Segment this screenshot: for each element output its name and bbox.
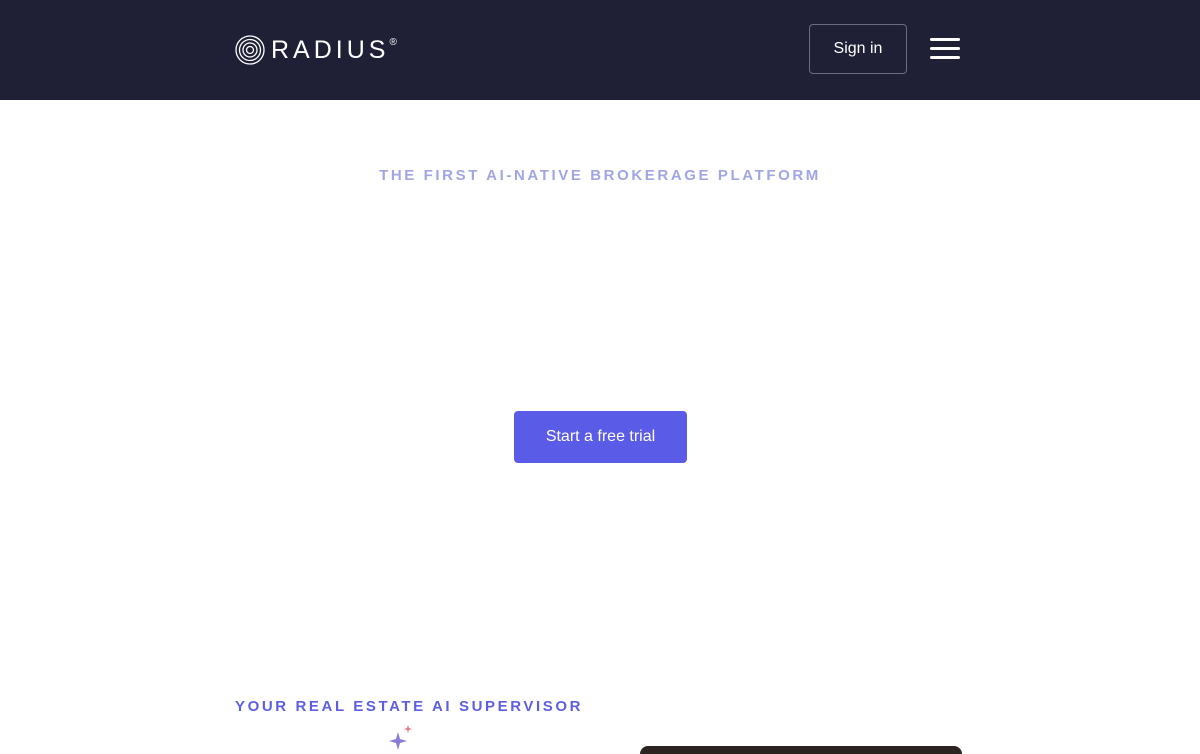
radius-logo-icon	[235, 35, 265, 65]
start-free-trial-button[interactable]: Start a free trial	[514, 411, 687, 463]
logo-text: RADIUS	[271, 35, 390, 64]
logo-registered-mark: ®	[389, 36, 397, 48]
sign-in-button[interactable]: Sign in	[809, 24, 907, 74]
radius-logo[interactable]: RADIUS ®	[235, 34, 397, 66]
top-nav: RADIUS ® Sign in	[0, 0, 1200, 100]
hamburger-icon[interactable]	[930, 38, 960, 62]
section-eyebrow: YOUR REAL ESTATE AI SUPERVISOR	[235, 698, 584, 715]
media-preview	[640, 746, 962, 754]
sparkle-icon	[389, 725, 412, 750]
hero-eyebrow: THE FIRST AI-NATIVE BROKERAGE PLATFORM	[379, 167, 821, 184]
